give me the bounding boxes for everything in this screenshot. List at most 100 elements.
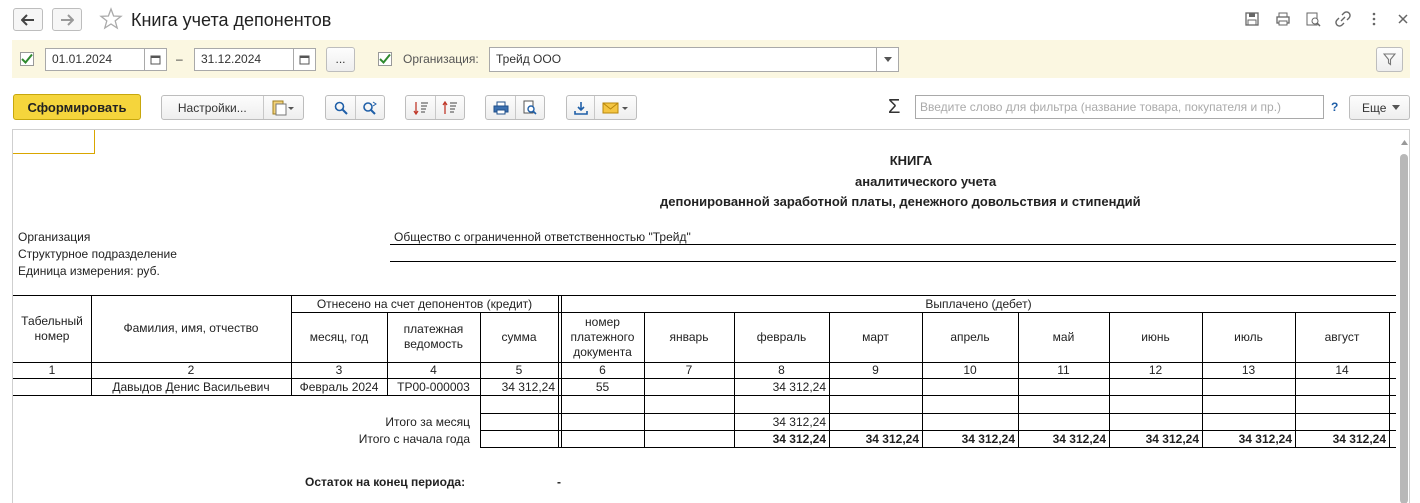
collapse-groups-button[interactable] — [436, 96, 464, 119]
more-vertical-icon[interactable] — [1366, 11, 1382, 27]
selected-cell[interactable] — [13, 130, 95, 154]
col-number: 3 — [335, 363, 343, 377]
download-icon — [573, 101, 588, 115]
date-from-calendar-button[interactable] — [145, 48, 167, 71]
col-number: 14 — [1335, 363, 1349, 377]
calendar-icon — [299, 55, 310, 65]
total-month-february: 34 312,24 — [772, 415, 826, 429]
print-preview-icon — [523, 100, 538, 115]
organization-dropdown-button[interactable] — [877, 47, 899, 72]
scroll-up-icon[interactable] — [1401, 140, 1408, 145]
col-number: 7 — [685, 363, 693, 377]
filter-button[interactable] — [1376, 47, 1403, 72]
date-to-calendar-button[interactable] — [294, 48, 316, 71]
variants-button[interactable] — [264, 96, 303, 119]
report-title-line1: КНИГА — [889, 153, 933, 168]
send-email-button[interactable] — [595, 96, 636, 119]
col-number: 5 — [515, 363, 523, 377]
scrollbar-thumb[interactable] — [1400, 154, 1408, 503]
settings-button[interactable]: Настройки... — [162, 96, 263, 119]
checkmark-icon — [21, 53, 33, 64]
col-number: 6 — [599, 363, 606, 377]
balance-value: - — [557, 475, 561, 489]
header-month-5: май — [1052, 329, 1075, 344]
balance-label: Остаток на конец периода: — [305, 475, 466, 489]
link-icon[interactable] — [1335, 11, 1351, 27]
page-title: Книга учета депонентов — [131, 10, 332, 30]
row-doc-number: 55 — [595, 379, 610, 394]
star-icon[interactable] — [98, 6, 124, 32]
date-to-field[interactable]: 31.12.2024 — [194, 48, 294, 71]
organization-label: Организация: — [403, 52, 479, 66]
close-icon[interactable] — [1395, 11, 1411, 27]
preview-icon[interactable] — [1305, 11, 1321, 27]
col-number: 1 — [48, 363, 56, 377]
col-number: 8 — [778, 363, 785, 377]
header-month-8: август — [1324, 329, 1360, 344]
back-button[interactable] — [13, 8, 43, 31]
save-to-file-button[interactable] — [567, 96, 594, 119]
date-separator: – — [176, 52, 183, 66]
report-title-line3: депонированной заработной платы, денежно… — [660, 194, 1141, 209]
help-icon[interactable]: ? — [1331, 100, 1338, 114]
arrow-left-icon — [21, 13, 34, 26]
generate-button[interactable]: Сформировать — [13, 94, 141, 120]
col-number: 13 — [1241, 363, 1256, 377]
expand-groups-button[interactable] — [406, 96, 435, 119]
filter-search-input[interactable]: Введите слово для фильтра (название това… — [915, 95, 1324, 119]
search-icon — [334, 101, 348, 115]
period-checkbox[interactable] — [20, 52, 34, 66]
more-button[interactable]: Еще — [1349, 95, 1410, 120]
total-year-august: 34 312,24 — [1332, 432, 1386, 446]
print-icon[interactable] — [1275, 11, 1291, 27]
print-group — [485, 95, 545, 120]
print-preview-button[interactable] — [516, 96, 544, 119]
row-statement: ТР00-000003 — [397, 379, 470, 394]
header-month-3: март — [862, 329, 889, 344]
sigma-icon[interactable]: Σ — [888, 96, 900, 118]
checkmark-icon — [379, 53, 391, 64]
header-statement: платежная ведомость — [403, 322, 464, 351]
sort-group — [405, 95, 465, 120]
arrow-right-icon — [61, 13, 74, 26]
header-month-1: январь — [669, 329, 709, 344]
search-next-icon — [363, 101, 378, 115]
print-button[interactable] — [486, 96, 515, 119]
period-select-button[interactable]: ... — [326, 47, 355, 72]
header-month-7: июль — [1234, 329, 1263, 344]
col-number: 9 — [872, 363, 879, 377]
date-from-field[interactable]: 01.01.2024 — [45, 48, 145, 71]
organization-checkbox[interactable] — [378, 52, 392, 66]
organization-field[interactable]: Трейд ООО — [489, 47, 877, 72]
total-year-april: 34 312,24 — [961, 432, 1015, 446]
row-february: 34 312,24 — [772, 380, 826, 394]
more-label: Еще — [1362, 100, 1387, 115]
total-year-label: Итого с начала года — [358, 432, 470, 446]
save-icon[interactable] — [1244, 11, 1260, 27]
total-month-label: Итого за месяц — [385, 415, 470, 429]
header-credit: Отнесено на счет депонентов (кредит) — [316, 296, 533, 311]
printer-icon — [493, 101, 508, 114]
header-doc-number: номер платежного документа — [570, 314, 635, 359]
col-number: 11 — [1057, 363, 1070, 377]
header-fio: Фамилия, имя, отчество — [123, 321, 259, 335]
report-variants-icon — [272, 100, 295, 115]
forward-button[interactable] — [52, 8, 82, 31]
header-month-4: апрель — [950, 329, 990, 344]
row-sum: 34 312,24 — [501, 380, 555, 394]
find-button[interactable] — [326, 96, 355, 119]
export-group — [566, 95, 637, 120]
col-number: 4 — [430, 363, 437, 377]
calendar-icon — [150, 55, 161, 65]
col-number: 12 — [1148, 363, 1163, 377]
col-number: 10 — [963, 363, 977, 377]
org-value: Общество с ограниченной ответственностью… — [394, 230, 691, 244]
total-year-february: 34 312,24 — [772, 432, 826, 446]
chevron-down-icon — [883, 57, 892, 62]
org-underline — [390, 244, 1396, 245]
header-month-2: февраль — [756, 329, 807, 344]
unit-label: Единица измерения: руб. — [18, 264, 160, 278]
sort-ascending-icon — [442, 100, 457, 114]
find-next-button[interactable] — [356, 96, 384, 119]
sort-descending-icon — [412, 101, 428, 115]
